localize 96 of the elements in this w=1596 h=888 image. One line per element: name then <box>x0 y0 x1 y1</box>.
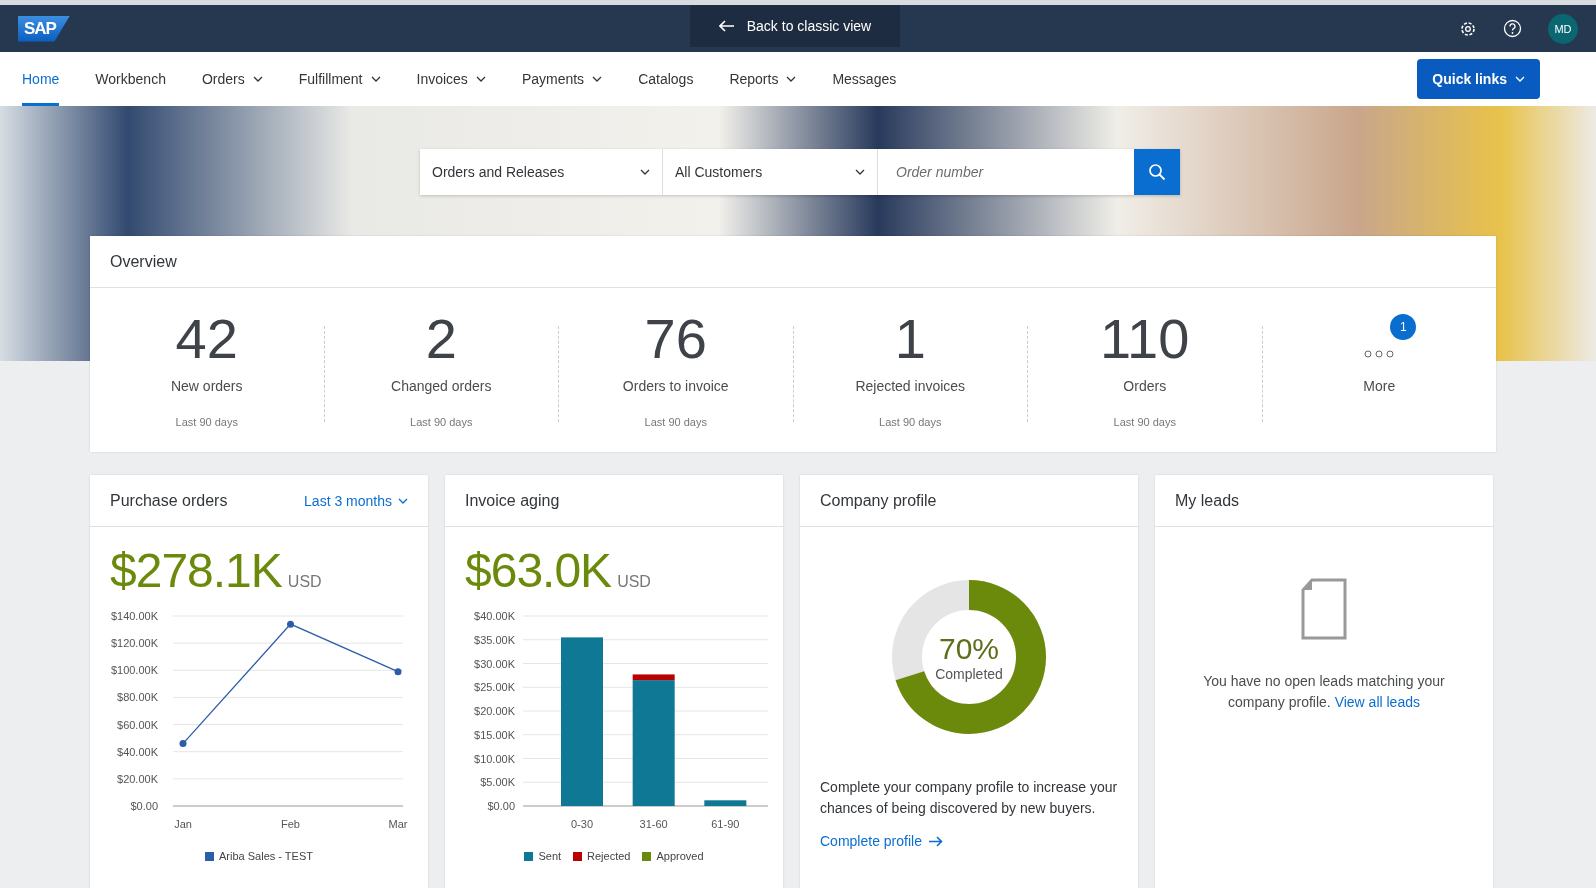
stat-label: Rejected invoices <box>855 378 966 394</box>
axis-label: Mar <box>388 818 408 830</box>
nav-tab[interactable]: Catalogs <box>638 52 694 106</box>
axis-label: $60.00K <box>117 718 158 731</box>
stat-value[interactable]: 1 <box>894 308 926 370</box>
nav-tab[interactable]: Reports <box>729 52 797 106</box>
stat-label: Orders to invoice <box>622 378 729 394</box>
help-icon[interactable] <box>1503 19 1522 38</box>
axis-label: $40.00K <box>474 610 515 622</box>
currency: USD <box>617 573 651 591</box>
axis-label: $100.00K <box>110 664 158 677</box>
search-icon <box>1148 163 1166 181</box>
axis-label: 0-30 <box>571 818 593 830</box>
axis-label: $80.00K <box>117 691 158 704</box>
legend-label: Approved <box>656 850 704 862</box>
chevron-down-icon <box>640 169 650 175</box>
stat-value[interactable]: 110 <box>1100 308 1190 370</box>
nav-tab[interactable]: Messages <box>832 52 897 106</box>
card-title: Company profile <box>820 491 937 510</box>
quick-links-button[interactable]: Quick links <box>1417 59 1540 99</box>
chevron-down-icon <box>1515 76 1525 82</box>
view-all-leads-link[interactable]: View all leads <box>1334 694 1420 710</box>
axis-label: $15.00K <box>474 728 515 741</box>
amount: $278.1K <box>110 543 282 598</box>
period-dropdown[interactable]: Last 3 months <box>304 492 408 509</box>
nav-tab[interactable]: Orders <box>201 52 263 106</box>
axis-label: 31-60 <box>639 818 668 830</box>
axis-label: $20.00K <box>474 705 515 717</box>
stat-period: Last 90 days <box>1113 416 1176 428</box>
stat-value[interactable]: 2 <box>425 308 457 370</box>
stat-value[interactable]: 42 <box>175 308 238 370</box>
nav-tab[interactable]: Fulfillment <box>298 52 381 106</box>
amount: $63.0K <box>465 543 612 598</box>
stat-period: Last 90 days <box>410 416 473 428</box>
axis-label: $120.00K <box>110 637 158 650</box>
data-point <box>179 740 187 748</box>
axis-label: $0.00 <box>487 800 515 812</box>
arrow-left-icon <box>718 20 735 32</box>
document-type-dropdown[interactable]: Orders and Releases <box>420 149 663 195</box>
stat-period: Last 90 days <box>175 416 238 428</box>
stat-label: Changed orders <box>391 378 492 394</box>
settings-icon[interactable] <box>1459 19 1477 38</box>
axis-label: $5.00K <box>480 776 515 789</box>
bar <box>704 800 747 806</box>
more-icon[interactable] <box>1364 350 1395 358</box>
profile-description: Complete your company profile to increase your chances of being discovered by new buyers. <box>819 778 1119 818</box>
data-point <box>394 668 402 676</box>
progress-status: Completed <box>935 666 1003 682</box>
arrow-right-icon <box>927 835 943 847</box>
nav-tab[interactable]: Workbench <box>95 52 166 106</box>
nav-tab[interactable]: Payments <box>521 52 603 106</box>
chevron-down-icon <box>370 76 381 82</box>
complete-profile-link[interactable]: Complete profile <box>820 833 922 849</box>
chevron-down-icon <box>398 497 408 504</box>
axis-label: Jan <box>174 818 192 830</box>
axis-label: $40.00K <box>117 745 158 758</box>
chevron-down-icon <box>252 76 263 82</box>
axis-label: $0.00 <box>130 800 158 812</box>
nav-tab[interactable]: Invoices <box>416 52 486 106</box>
search-bar[interactable]: Orders and Releases All Customers Order number <box>420 149 1180 195</box>
order-number-field[interactable]: Order number <box>878 149 1134 195</box>
axis-label: $25.00K <box>474 681 515 694</box>
currency: USD <box>287 573 322 591</box>
stat-period: Last 90 days <box>644 416 707 428</box>
axis-label: $140.00K <box>110 610 158 622</box>
card-title: Purchase orders <box>110 491 228 510</box>
logo[interactable]: SAP <box>18 15 70 42</box>
chevron-down-icon <box>855 169 865 175</box>
stat-label[interactable]: More <box>1363 378 1396 394</box>
stat-period: Last 90 days <box>879 416 942 428</box>
empty-message: You have no open leads matching your company profile. View all leads <box>1202 672 1446 712</box>
back-button[interactable]: Back to classic view <box>690 5 900 47</box>
percent-value: 70% <box>938 632 999 666</box>
axis-label: $10.00K <box>474 752 515 765</box>
chevron-down-icon <box>786 76 797 82</box>
axis-label: Feb <box>281 818 300 830</box>
search-button[interactable] <box>1134 149 1180 195</box>
axis-label: $35.00K <box>474 633 515 646</box>
legend-label: Ariba Sales - TEST <box>219 850 313 862</box>
axis-label: $20.00K <box>117 772 158 785</box>
chevron-down-icon <box>592 76 603 82</box>
notification-badge: 1 <box>1390 314 1417 340</box>
legend-label: Sent <box>538 850 562 862</box>
user-avatar[interactable]: MD <box>1548 13 1578 44</box>
stat-label: New orders <box>170 378 243 394</box>
document-icon <box>1300 577 1348 641</box>
stat-value[interactable]: 76 <box>644 308 707 370</box>
chevron-down-icon <box>475 76 486 82</box>
stat-label: Orders <box>1123 378 1167 394</box>
card-title: My leads <box>1175 491 1240 510</box>
axis-label: 61-90 <box>711 818 740 830</box>
card-title: Invoice aging <box>465 491 560 510</box>
card-title: Overview <box>110 252 177 271</box>
axis-label: $30.00K <box>474 657 515 670</box>
legend-label: Rejected <box>587 850 631 862</box>
data-point <box>287 620 294 628</box>
